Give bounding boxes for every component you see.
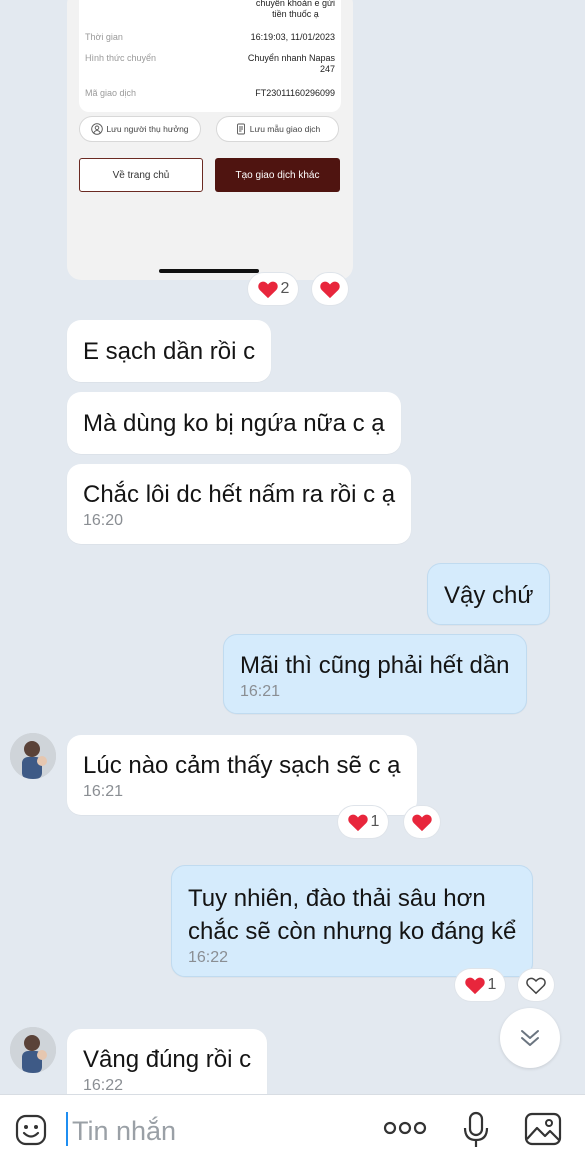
- react-heart-button[interactable]: [518, 969, 554, 1001]
- gallery-button[interactable]: [523, 1111, 563, 1152]
- voice-message-button[interactable]: [462, 1111, 490, 1154]
- time-label: Thời gian: [85, 32, 123, 42]
- message-input[interactable]: Tin nhắn: [72, 1116, 176, 1147]
- receipt-details: chuyển khoản e gửi tiền thuốc ạ Thời gia…: [79, 0, 341, 112]
- heart-icon: [257, 281, 278, 299]
- transfer-receipt-image[interactable]: chuyển khoản e gửi tiền thuốc ạ Thời gia…: [67, 0, 353, 280]
- time-value: 16:19:03, 11/01/2023: [250, 32, 335, 42]
- scroll-to-bottom-button[interactable]: [500, 1008, 560, 1068]
- save-beneficiary-button: Lưu người thụ hưởng: [79, 116, 201, 142]
- new-transaction-button: Tạo giao dịch khác: [215, 158, 340, 192]
- avatar[interactable]: [10, 1027, 56, 1073]
- reaction-count-badge[interactable]: 1: [455, 969, 505, 1001]
- message-time: 16:22: [188, 949, 229, 966]
- txn-value: FT23011160296099: [255, 88, 335, 98]
- heart-icon: [412, 814, 432, 832]
- person-icon: [91, 123, 104, 135]
- avatar-photo-icon: [10, 733, 56, 779]
- avatar-photo-icon: [10, 1027, 56, 1073]
- heart-icon: [464, 977, 485, 995]
- message-time: 16:21: [83, 783, 124, 800]
- avatar[interactable]: [10, 733, 56, 779]
- method-label: Hình thức chuyển: [85, 53, 157, 63]
- incoming-message[interactable]: Lúc nào cảm thấy sạch sẽ c ạ 16:21: [67, 735, 417, 815]
- text-cursor: [66, 1112, 68, 1146]
- reaction-count-badge[interactable]: 1: [338, 806, 388, 838]
- heart-icon: [320, 281, 340, 299]
- image-icon: [524, 1112, 562, 1146]
- emoji-icon: [15, 1114, 47, 1146]
- save-template-button: Lưu mẫu giao dịch: [216, 116, 339, 142]
- message-time: 16:22: [83, 1077, 124, 1094]
- home-indicator: [159, 269, 259, 273]
- outgoing-message[interactable]: Tuy nhiên, đào thải sâu hơn chắc sẽ còn …: [171, 865, 534, 977]
- home-button: Về trang chủ: [79, 158, 203, 192]
- outgoing-message[interactable]: Vậy chứ: [427, 563, 551, 625]
- react-heart-button[interactable]: [404, 806, 440, 838]
- microphone-icon: [463, 1111, 489, 1147]
- incoming-message[interactable]: E sạch dần rồi c: [67, 320, 272, 382]
- txn-label: Mã giao dịch: [85, 88, 137, 98]
- incoming-message[interactable]: Mà dùng ko bị ngứa nữa c ạ: [67, 392, 401, 454]
- message-time: 16:21: [240, 683, 281, 700]
- method-value: Chuyển nhanh Napas 247: [247, 53, 335, 74]
- message-time: 16:20: [83, 512, 124, 529]
- more-options-button[interactable]: [383, 1120, 427, 1141]
- document-icon: [236, 123, 245, 135]
- more-dots-icon: [383, 1121, 427, 1135]
- message-composer: Tin nhắn: [0, 1094, 585, 1158]
- double-chevron-down-icon: [521, 1030, 539, 1046]
- receipt-note: chuyển khoản e gửi tiền thuốc ạ: [255, 0, 335, 19]
- incoming-message[interactable]: Chắc lôi dc hết nấm ra rồi c ạ 16:20: [67, 464, 412, 544]
- heart-icon: [347, 814, 368, 832]
- outgoing-message[interactable]: Mãi thì cũng phải hết dần 16:21: [223, 634, 527, 714]
- sticker-button[interactable]: [14, 1113, 48, 1152]
- react-heart-button[interactable]: [312, 273, 348, 305]
- reaction-count-badge[interactable]: 2: [248, 273, 298, 305]
- heart-outline-icon: [526, 977, 546, 995]
